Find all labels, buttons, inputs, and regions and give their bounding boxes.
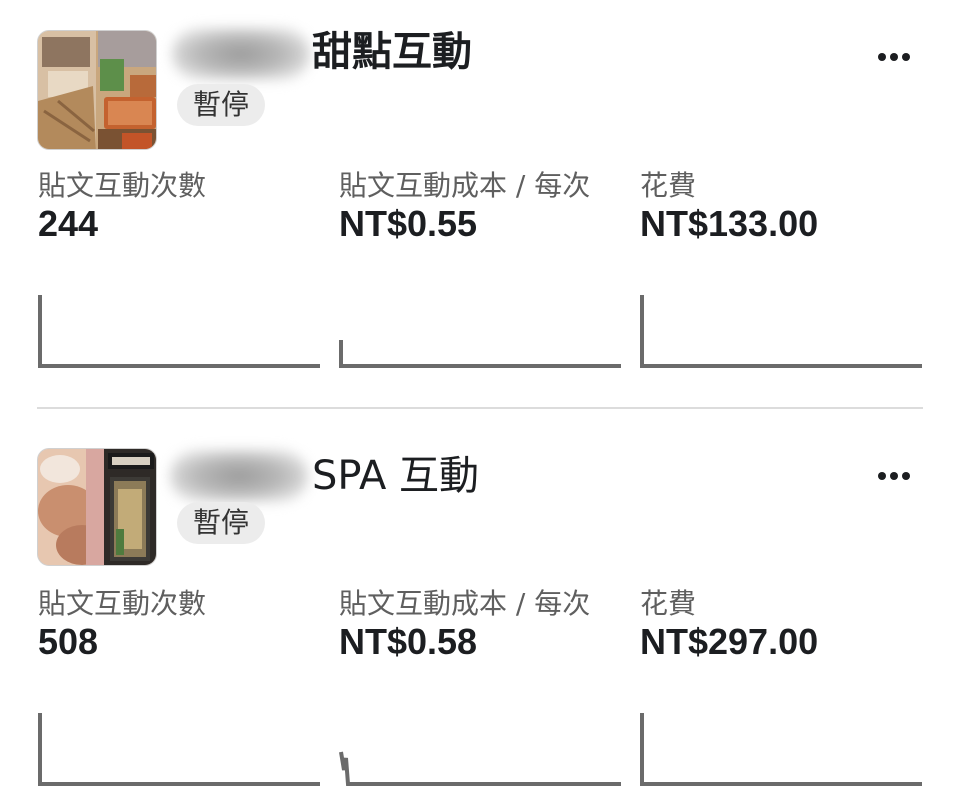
metric-value: NT$133.00 [640,203,819,244]
status-badge: 暫停 [177,84,266,126]
metric-value: 508 [38,621,99,662]
metric-post-engagements: 貼文互動次數 244 [38,168,321,244]
sparkline-chart [640,713,922,786]
campaign-card[interactable]: SPA 互動 暫停 貼文互動次數 508 貼文互動成本 / 每次 NT$0.58… [0,410,960,805]
campaign-title[interactable]: 甜點互動 [312,26,472,78]
metric-amount-spent: 花費 NT$133.00 [640,168,923,244]
redacted-account-name [172,28,310,80]
more-horizontal-icon[interactable] [872,464,916,488]
metric-amount-spent: 花費 NT$297.00 [640,586,923,662]
metric-cost-per-engagement: 貼文互動成本 / 每次 NT$0.58 [339,586,622,662]
status-badge: 暫停 [177,502,266,544]
sparkline-chart [640,295,922,368]
campaign-card[interactable]: 甜點互動 暫停 貼文互動次數 244 貼文互動成本 / 每次 NT$0.55 花… [0,0,960,408]
campaign-title[interactable]: SPA 互動 [312,450,479,502]
metric-label: 貼文互動成本 / 每次 [339,169,591,202]
redacted-account-name [170,450,308,502]
campaign-thumbnail [37,30,157,150]
sparkline-chart [339,340,621,368]
sparkline-chart [339,751,621,786]
sparkline-chart [38,713,320,786]
metric-label: 花費 [640,169,697,202]
campaign-thumbnail [37,448,157,566]
sparkline-chart [38,295,320,368]
metric-cost-per-engagement: 貼文互動成本 / 每次 NT$0.55 [339,168,622,244]
metric-label: 貼文互動成本 / 每次 [339,587,591,620]
metric-label: 花費 [640,587,697,620]
metric-value: 244 [38,203,99,244]
more-horizontal-icon[interactable] [872,45,916,69]
metric-value: NT$0.55 [339,203,478,244]
metric-label: 貼文互動次數 [38,169,207,202]
metric-value: NT$297.00 [640,621,819,662]
metric-post-engagements: 貼文互動次數 508 [38,586,321,662]
metric-label: 貼文互動次數 [38,587,207,620]
divider [37,407,923,409]
metric-value: NT$0.58 [339,621,478,662]
